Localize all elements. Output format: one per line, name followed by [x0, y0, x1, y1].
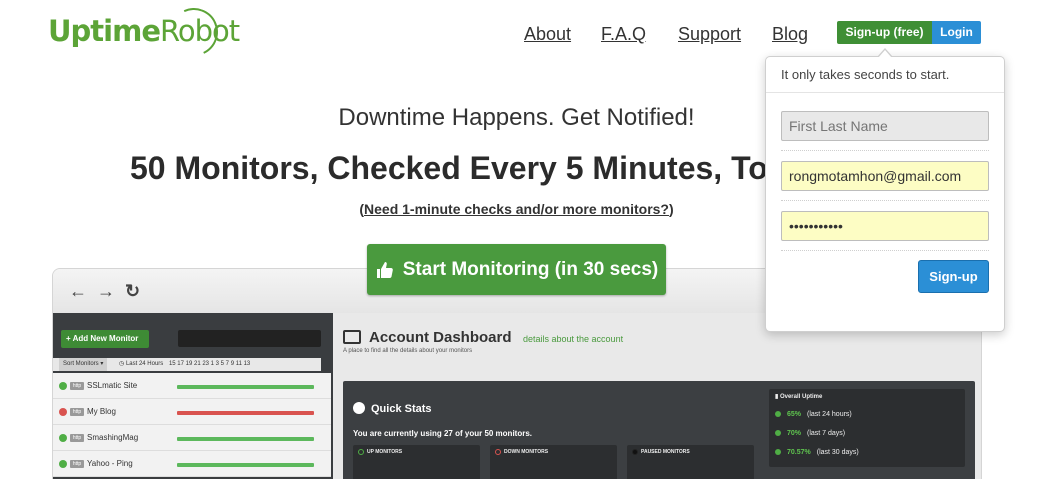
preview-monitor-row: http SSLmatic Site — [53, 373, 331, 399]
monitor-name: SSLmatic Site — [87, 381, 138, 390]
preview-dashboard-title: Account Dashboard — [369, 329, 512, 346]
thumbs-up-icon — [376, 261, 393, 278]
signup-button[interactable]: Sign-up (free) — [837, 21, 932, 44]
preview-paused-monitors-box: PAUSED MONITORS — [627, 445, 754, 479]
up-monitors-label: UP MONITORS — [367, 449, 403, 455]
overall-uptime-title: ▮ Overall Uptime — [775, 393, 822, 400]
uptime-period: (last 24 hours) — [807, 411, 852, 418]
start-monitoring-label: Start Monitoring (in 30 secs) — [402, 258, 659, 280]
uptime-row: 70.57% (last 30 days) — [775, 449, 859, 456]
preview-usage-text: You are currently using 27 of your 50 mo… — [353, 429, 533, 438]
logo-swoosh-icon — [163, 1, 225, 63]
uptime-pct: 70.57% — [787, 449, 811, 456]
page: UptimeRobot About F.A.Q Support Blog Sig… — [0, 0, 1043, 479]
nav-blog-link[interactable]: Blog — [772, 24, 808, 45]
need-more-monitors-text[interactable]: Need 1-minute checks and/or more monitor… — [364, 201, 669, 217]
signup-popover: It only takes seconds to start. Sign-up — [765, 56, 1005, 332]
uptime-bar — [177, 411, 314, 415]
http-badge: http — [70, 408, 84, 416]
uptime-bar — [177, 463, 314, 467]
uptime-bar — [177, 385, 314, 389]
nav-support-link[interactable]: Support — [678, 24, 741, 45]
green-dot-icon — [775, 449, 781, 456]
uptime-bar — [177, 437, 314, 441]
uptime-row: 70% (last 7 days) — [775, 430, 845, 437]
popover-arrow-inner — [878, 50, 892, 58]
password-input[interactable] — [781, 211, 989, 241]
http-badge: http — [70, 460, 84, 468]
down-status-icon — [495, 449, 501, 455]
preview-last24-label: Last 24 Hours — [125, 361, 164, 367]
start-monitoring-button[interactable]: Start Monitoring (in 30 secs) — [367, 244, 666, 295]
clock-icon: ◷ — [119, 361, 126, 367]
email-input[interactable] — [781, 161, 989, 191]
preview-search-box — [178, 330, 321, 347]
headline: 50 Monitors, Checked Every 5 Minutes, To… — [130, 150, 779, 186]
monitor-screen-icon — [343, 330, 361, 344]
preview-dashboard-subtitle: details about the account — [523, 334, 624, 344]
status-up-icon — [59, 382, 67, 390]
paused-status-icon — [632, 449, 638, 455]
preview-hours: 15 17 19 21 23 1 3 5 7 9 11 13 — [168, 361, 251, 367]
monitor-name: My Blog — [87, 407, 116, 416]
divider — [781, 150, 989, 151]
signup-submit-button[interactable]: Sign-up — [918, 260, 989, 293]
overall-uptime-label: Overall Uptime — [779, 394, 823, 400]
preview-overall-uptime-box: ▮ Overall Uptime 65% (last 24 hours) 70% (… — [769, 389, 965, 467]
green-dot-icon — [775, 411, 781, 418]
preview-down-monitors-box: DOWN MONITORS — [490, 445, 617, 479]
uptime-pct: 70% — [787, 430, 802, 437]
preview-quick-stats-title: Quick Stats — [371, 403, 432, 415]
preview-add-monitor-button: + Add New Monitor — [61, 330, 149, 348]
full-name-input[interactable] — [781, 111, 989, 141]
status-down-icon — [59, 408, 67, 416]
preview-sort-row: Sort Monitors ▾ ◷ Last 24 Hours 15 17 19… — [53, 358, 321, 371]
divider — [781, 200, 989, 201]
preview-monitor-row: http Yahoo - Ping — [53, 451, 331, 477]
green-dot-icon — [775, 430, 781, 437]
nav-about-link[interactable]: About — [524, 24, 571, 45]
pie-chart-icon — [353, 402, 365, 414]
preview-stats-panel: Quick Stats You are currently using 27 o… — [343, 381, 975, 479]
http-badge: http — [70, 382, 84, 390]
preview-sidebar: + Add New Monitor Sort Monitors ▾ ◷ Last… — [53, 313, 333, 479]
monitor-name: SmashingMag — [87, 433, 139, 442]
nav-faq-link[interactable]: F.A.Q — [601, 24, 646, 45]
http-badge: http — [70, 434, 84, 442]
paused-monitors-label: PAUSED MONITORS — [641, 449, 690, 455]
preview-main: Account Dashboard details about the acco… — [335, 313, 981, 479]
uptime-period: (last 7 days) — [807, 430, 846, 437]
logo-part-uptime: Uptime — [48, 14, 161, 48]
preview-monitor-row: http SmashingMag — [53, 425, 331, 451]
preview-sort-label: Sort Monitors ▾ — [59, 358, 108, 371]
preview-monitor-row: http My Blog — [53, 399, 331, 425]
up-status-icon — [358, 449, 364, 455]
forward-arrow-icon: → — [97, 280, 115, 301]
uptime-pct: 65% — [787, 411, 802, 418]
monitor-name: Yahoo - Ping — [87, 459, 133, 468]
preview-up-monitors-box: UP MONITORS — [353, 445, 480, 479]
status-up-icon — [59, 460, 67, 468]
uptime-row: 65% (last 24 hours) — [775, 411, 852, 418]
uptime-period: (last 30 days) — [816, 449, 859, 456]
status-up-icon — [59, 434, 67, 442]
divider — [781, 250, 989, 251]
refresh-icon: ↻ — [125, 280, 141, 301]
preview-dashboard-hint: A place to find all the details about yo… — [343, 348, 473, 354]
down-monitors-label: DOWN MONITORS — [504, 449, 549, 455]
back-arrow-icon: ← — [69, 280, 87, 301]
signup-popover-heading: It only takes seconds to start. — [766, 57, 1004, 93]
login-button[interactable]: Login — [932, 21, 981, 44]
